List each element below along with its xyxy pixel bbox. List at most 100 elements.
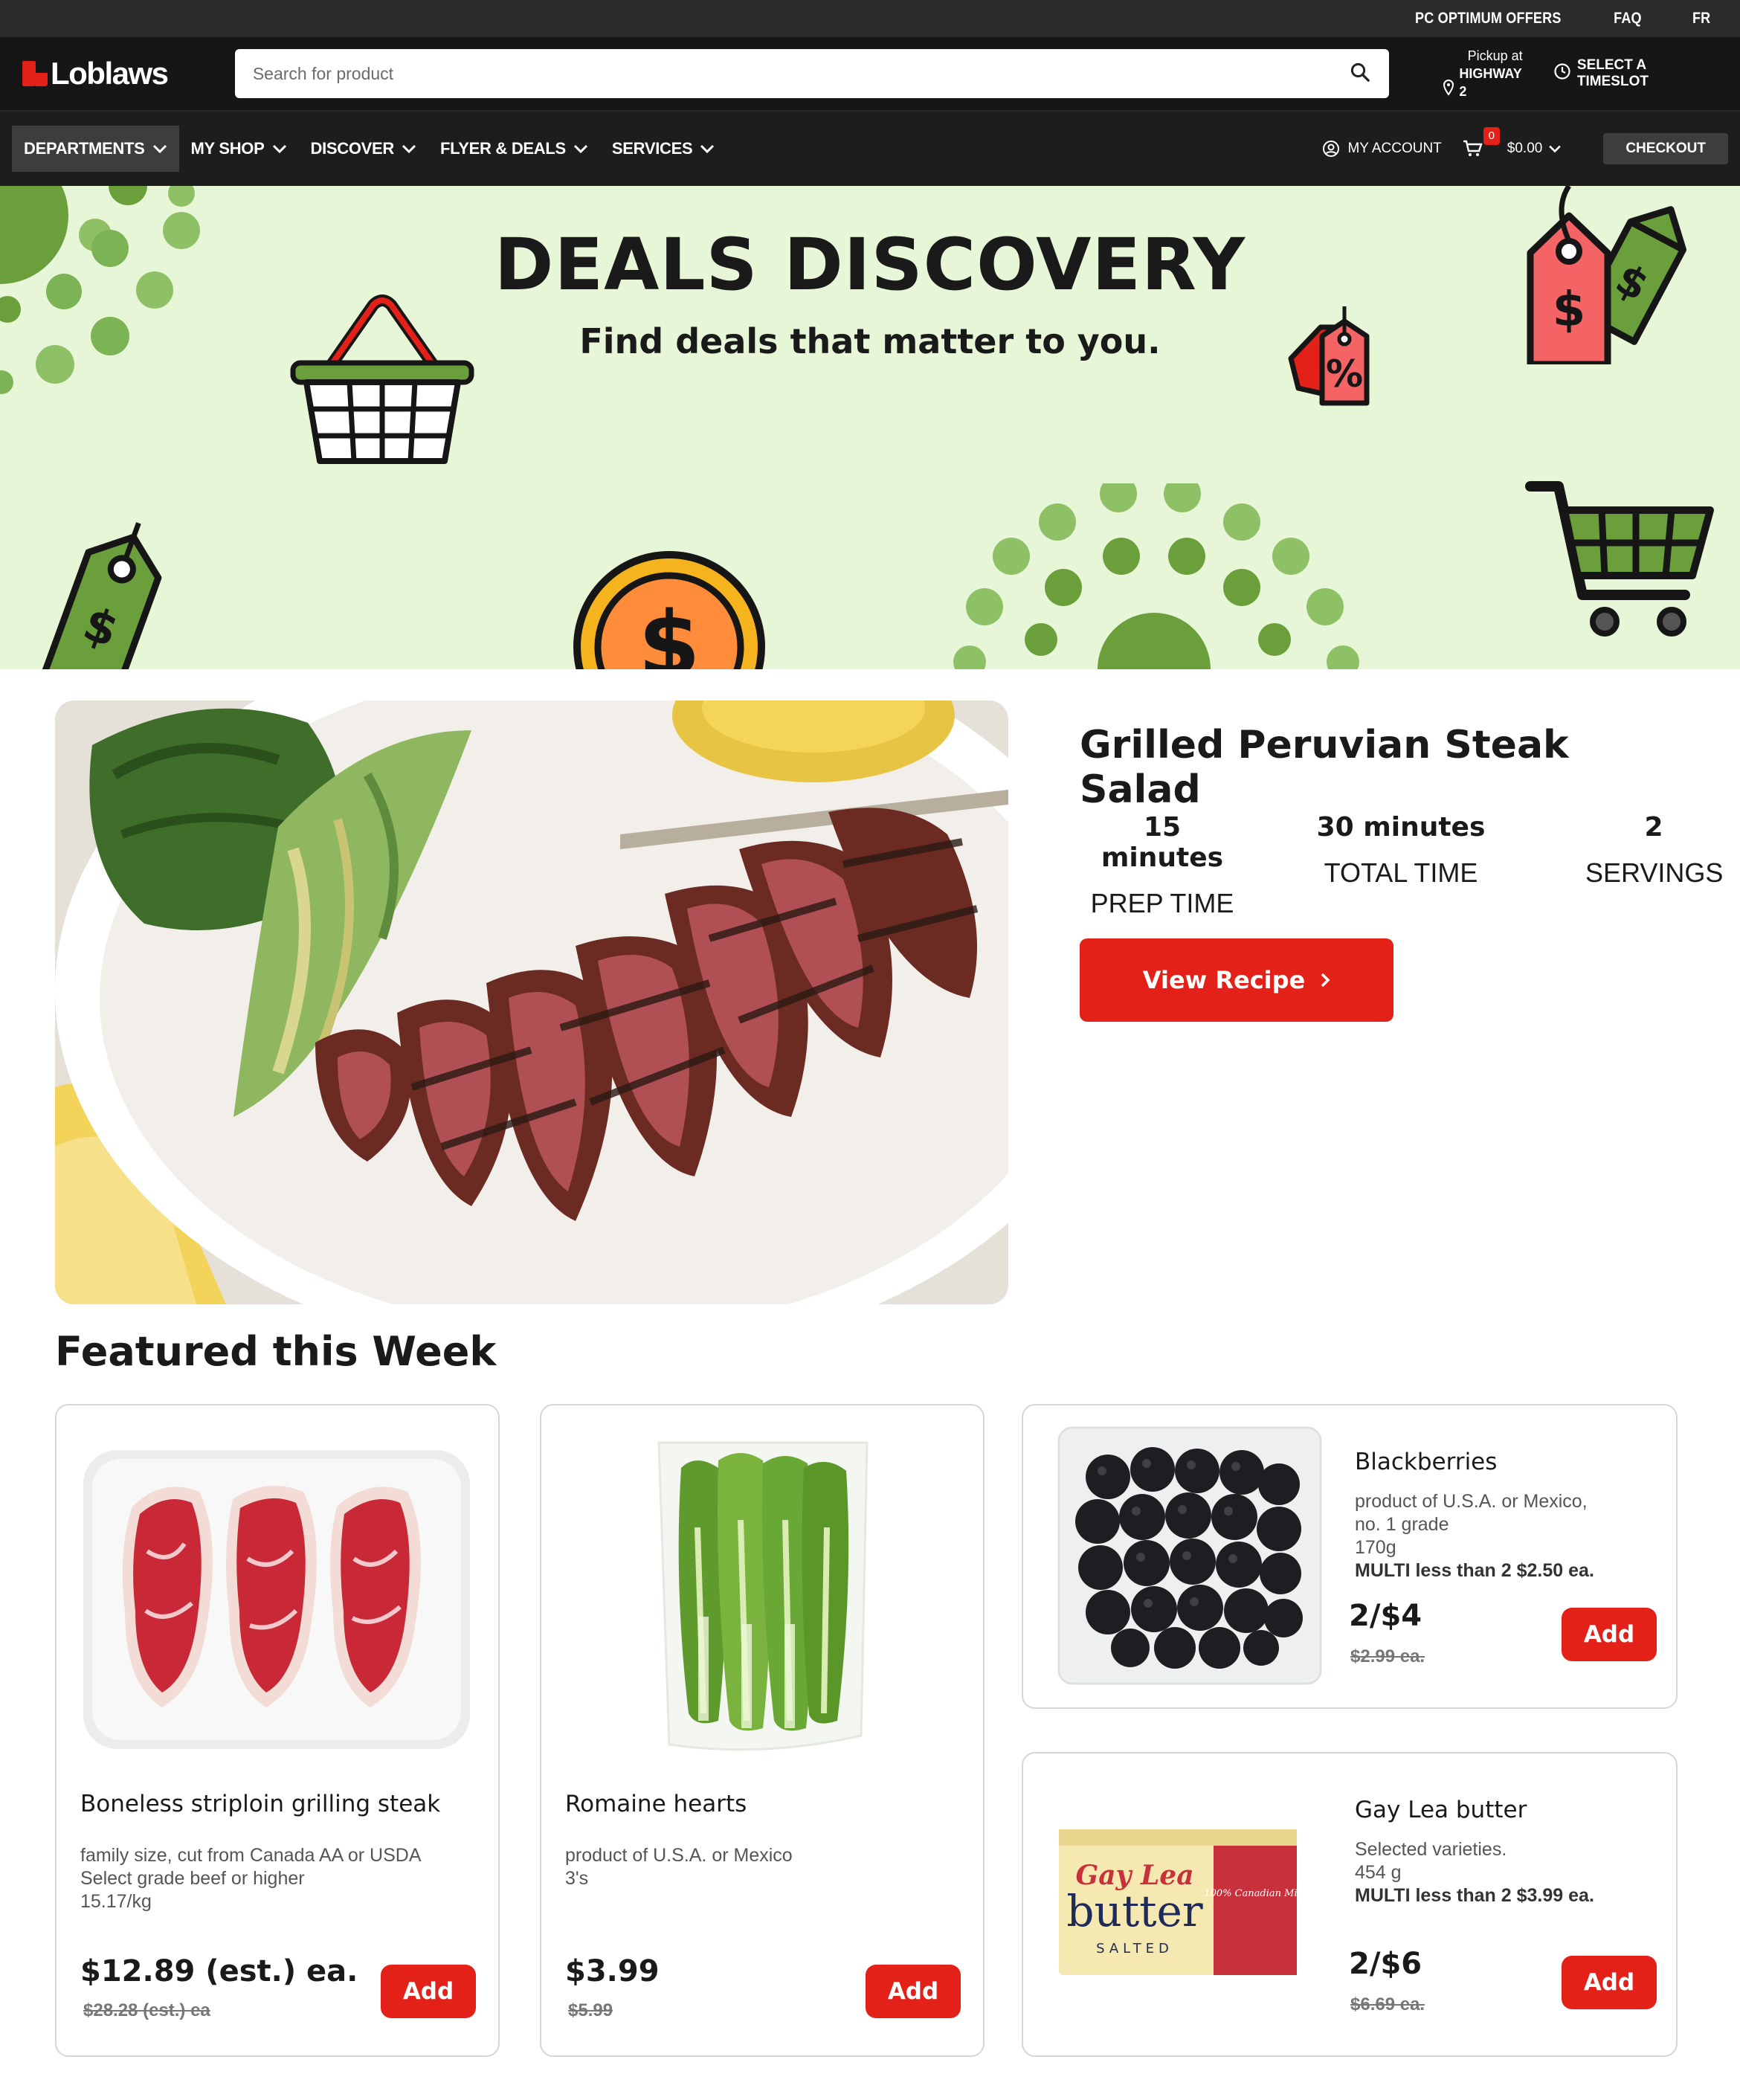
total-time-stat: 30 minutes TOTAL TIME	[1243, 812, 1507, 919]
servings-stat: 2 SERVINGS	[1507, 812, 1724, 919]
hero-title: DEALS DISCOVERY	[494, 223, 1246, 306]
product-desc-line: 454 g	[1355, 1862, 1402, 1883]
nav-departments[interactable]: DEPARTMENTS	[12, 126, 179, 172]
my-account-link[interactable]: MY ACCOUNT	[1322, 140, 1442, 158]
nav-services[interactable]: SERVICES	[600, 126, 726, 172]
product-card-blackberries[interactable]: Blackberries product of U.S.A. or Mexico…	[1022, 1404, 1678, 1709]
product-name[interactable]: Romaine hearts	[565, 1791, 747, 1817]
location-pin-icon	[1443, 79, 1454, 100]
product-desc-line: Selected varieties.	[1355, 1839, 1507, 1860]
romaine-hearts-image[interactable]	[651, 1438, 874, 1758]
striploin-steak-image[interactable]	[80, 1447, 473, 1752]
loblaws-logo[interactable]: Loblaws	[22, 56, 235, 91]
product-desc-line: 170g	[1355, 1537, 1396, 1558]
add-to-cart-button[interactable]: Add	[1562, 1956, 1657, 2009]
product-name[interactable]: Gay Lea butter	[1355, 1797, 1527, 1823]
cart-total: $0.00	[1507, 141, 1543, 156]
total-time-value: 30 minutes	[1316, 812, 1486, 843]
recipe-stats: 15 minutes PREP TIME 30 minutes TOTAL TI…	[1081, 812, 1724, 919]
prep-time-label: PREP TIME	[1090, 888, 1234, 918]
nav-flyer-deals-label: FLYER & DEALS	[440, 139, 566, 158]
product-card-gay-lea-butter[interactable]: Gay Lea butter SALTED 100% Canadian Milk…	[1022, 1752, 1678, 2057]
cart-button[interactable]: 0 $0.00	[1463, 127, 1562, 158]
shopping-cart-icon	[1525, 481, 1714, 637]
timeslot-label: SELECT A TIMESLOT	[1576, 57, 1649, 89]
nav-my-shop[interactable]: MY SHOP	[179, 126, 299, 172]
user-icon	[1323, 141, 1340, 157]
deals-discovery-hero: DEALS DISCOVERY Find deals that matter t…	[0, 186, 1740, 669]
add-to-cart-button[interactable]: Add	[381, 1965, 476, 2018]
faq-link[interactable]: FAQ	[1614, 10, 1642, 28]
product-description: Selected varieties. 454 g MULTI less tha…	[1355, 1838, 1594, 1907]
product-desc-line: family size, cut from Canada AA or USDA	[80, 1845, 422, 1866]
product-price: 2/$4	[1349, 1599, 1422, 1633]
product-description: product of U.S.A. or Mexico, no. 1 grade…	[1355, 1490, 1594, 1582]
nav-right-group: MY ACCOUNT 0 $0.00 CHECKOUT	[1322, 127, 1728, 164]
blackberries-image[interactable]	[1056, 1425, 1324, 1687]
main-nav: DEPARTMENTS MY SHOP DISCOVER FLYER & DEA…	[0, 112, 1740, 186]
nav-services-label: SERVICES	[611, 139, 693, 158]
pickup-location[interactable]: Pickup at HIGHWAY 2	[1443, 47, 1531, 100]
pc-optimum-offers-link[interactable]: PC OPTIMUM OFFERS	[1415, 10, 1562, 28]
french-language-link[interactable]: FR	[1692, 10, 1710, 28]
prep-time-stat: 15 minutes PREP TIME	[1081, 812, 1243, 919]
my-account-label: MY ACCOUNT	[1347, 141, 1442, 156]
add-to-cart-button[interactable]: Add	[866, 1965, 961, 2018]
loblaws-logo-text: Loblaws	[51, 56, 169, 91]
site-header: Loblaws Pickup at HIGHWAY 2 SELECT A TIM…	[0, 37, 1740, 112]
search-icon[interactable]	[1349, 61, 1371, 87]
product-price: $3.99	[565, 1954, 660, 1988]
total-time-label: TOTAL TIME	[1324, 857, 1478, 888]
butter-pack-product: butter	[1066, 1886, 1202, 1936]
product-description: family size, cut from Canada AA or USDA …	[80, 1844, 422, 1913]
utility-bar: PC OPTIMUM OFFERS FAQ FR	[0, 0, 1740, 37]
recipe-title[interactable]: Grilled Peruvian Steak Salad	[1080, 723, 1685, 812]
product-name[interactable]: Blackberries	[1355, 1449, 1497, 1475]
percent-tag-icon: %	[1288, 306, 1370, 406]
chevron-down-icon	[573, 144, 587, 154]
product-card-striploin-steak[interactable]: Boneless striploin grilling steak family…	[55, 1404, 500, 2057]
pickup-store: HIGHWAY 2	[1459, 66, 1522, 99]
search-input[interactable]	[252, 63, 1331, 84]
product-price: 2/$6	[1349, 1947, 1422, 1981]
product-name[interactable]: Boneless striploin grilling steak	[80, 1791, 440, 1817]
cart-icon	[1463, 140, 1483, 156]
product-card-romaine-hearts[interactable]: Romaine hearts product of U.S.A. or Mexi…	[540, 1404, 985, 2057]
product-was-price: $2.99 ea.	[1350, 1646, 1425, 1666]
chevron-right-icon	[1321, 973, 1330, 988]
servings-label: SERVINGS	[1585, 857, 1724, 888]
view-recipe-button[interactable]: View Recipe	[1080, 938, 1393, 1022]
product-desc-line: 3's	[565, 1868, 589, 1889]
search-bar	[234, 49, 1390, 98]
nav-flyer-deals[interactable]: FLYER & DEALS	[428, 126, 600, 172]
multi-buy-note: MULTI less than 2 $3.99 ea.	[1355, 1885, 1594, 1906]
pickup-label: Pickup at	[1467, 48, 1523, 63]
chevron-down-icon	[700, 144, 715, 154]
nav-my-shop-label: MY SHOP	[190, 139, 265, 158]
svg-text:$: $	[1553, 283, 1586, 338]
view-recipe-label: View Recipe	[1142, 966, 1306, 994]
product-price: $12.89 (est.) ea.	[80, 1954, 358, 1988]
chevron-down-icon	[272, 144, 286, 154]
dollar-tag-icon: $	[42, 522, 162, 669]
select-timeslot-button[interactable]: SELECT A TIMESLOT	[1553, 57, 1718, 90]
price-tags-icon: $ $	[1527, 186, 1686, 364]
svg-text:%: %	[1326, 352, 1363, 396]
product-was-price: $28.28 (est.) ea	[83, 2000, 210, 2020]
gay-lea-butter-image[interactable]: Gay Lea butter SALTED 100% Canadian Milk	[1056, 1822, 1306, 1981]
add-to-cart-button[interactable]: Add	[1562, 1608, 1657, 1661]
hero-subtitle: Find deals that matter to you.	[579, 321, 1161, 361]
shopping-basket-icon	[290, 294, 474, 464]
product-was-price: $5.99	[568, 2000, 613, 2020]
checkout-button[interactable]: CHECKOUT	[1603, 133, 1728, 164]
loblaws-logo-mark	[22, 61, 48, 86]
nav-discover-label: DISCOVER	[310, 139, 395, 158]
servings-value: 2	[1644, 812, 1663, 843]
product-was-price: $6.69 ea.	[1350, 1994, 1425, 2014]
steak-salad-photo[interactable]	[55, 700, 1008, 1304]
multi-buy-note: MULTI less than 2 $2.50 ea.	[1355, 1560, 1594, 1581]
nav-discover[interactable]: DISCOVER	[299, 126, 429, 172]
butter-pack-badge: 100% Canadian Milk	[1204, 1888, 1301, 1899]
svg-text:$: $	[638, 593, 700, 669]
featured-recipe: Grilled Peruvian Steak Salad 15 minutes …	[55, 700, 1723, 1304]
